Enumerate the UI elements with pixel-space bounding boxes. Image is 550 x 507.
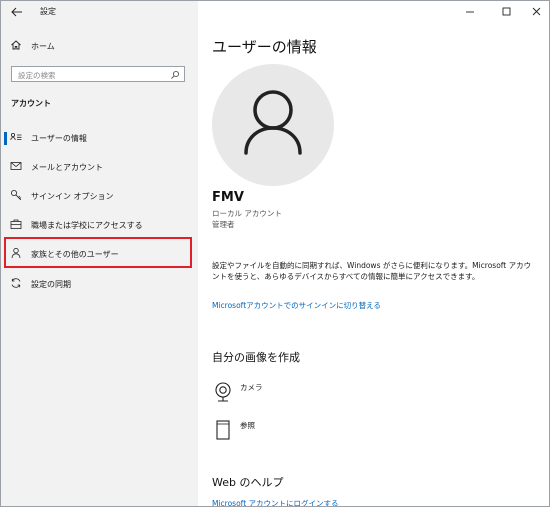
web-help-link[interactable]: Microsoft アカウントにログインする <box>212 498 339 506</box>
sync-description: 設定やファイルを自動的に同期すれば、Windows がさらに便利になります。Mi… <box>212 261 532 281</box>
sidebar-item-sync[interactable]: 設定の同期 <box>1 271 198 297</box>
search-icon <box>171 70 180 79</box>
avatar <box>212 64 334 186</box>
create-picture-heading: 自分の画像を作成 <box>212 351 300 364</box>
sidebar-item-label: 設定の同期 <box>31 280 71 289</box>
account-role: 管理者 <box>212 220 235 229</box>
key-icon <box>11 190 22 201</box>
search-placeholder: 設定の検索 <box>18 71 56 80</box>
home-icon <box>11 40 21 50</box>
account-type: ローカル アカウント <box>212 209 282 218</box>
nav-home-label: ホーム <box>31 42 55 51</box>
sidebar-item-mail[interactable]: メールとアカウント <box>1 154 198 180</box>
sync-icon <box>11 278 21 288</box>
sidebar-item-label: ユーザーの情報 <box>31 134 87 143</box>
main-content: ユーザーの情報 FMV ローカル アカウント 管理者 設定やファイルを自動的に同… <box>198 1 549 506</box>
section-label: アカウント <box>11 99 51 108</box>
settings-window: 設定 ホーム 設定の検索 アカウント ユーザーの情報 メールとアカウント サイン… <box>0 0 550 507</box>
sidebar-item-signin[interactable]: サインイン オプション <box>1 183 198 209</box>
sidebar-item-work-school[interactable]: 職場または学校にアクセスする <box>1 212 198 238</box>
web-help-heading: Web のヘルプ <box>212 476 284 489</box>
user-name: FMV <box>212 190 244 205</box>
camera-label[interactable]: カメラ <box>240 382 263 393</box>
camera-icon[interactable] <box>213 381 235 403</box>
briefcase-icon <box>10 219 22 229</box>
highlight-box <box>4 237 192 268</box>
sidebar-item-label: メールとアカウント <box>31 163 103 172</box>
sidebar-item-label: 職場または学校にアクセスする <box>31 221 143 230</box>
back-arrow-icon[interactable] <box>10 5 24 19</box>
mail-icon <box>10 162 22 170</box>
sidebar-item-label: サインイン オプション <box>31 192 114 201</box>
nav-home[interactable]: ホーム <box>1 33 198 59</box>
search-input[interactable]: 設定の検索 <box>11 66 185 82</box>
app-title: 設定 <box>40 7 56 16</box>
switch-to-microsoft-account-link[interactable]: Microsoftアカウントでのサインインに切り替える <box>212 300 381 311</box>
page-title: ユーザーの情報 <box>212 38 317 56</box>
user-info-icon <box>10 133 22 141</box>
browse-label[interactable]: 参照 <box>240 420 255 431</box>
browse-file-icon[interactable] <box>213 419 235 441</box>
user-silhouette-icon <box>244 90 302 155</box>
sidebar: 設定 ホーム 設定の検索 アカウント ユーザーの情報 メールとアカウント サイン… <box>1 1 198 506</box>
sidebar-item-user-info[interactable]: ユーザーの情報 <box>1 125 198 151</box>
